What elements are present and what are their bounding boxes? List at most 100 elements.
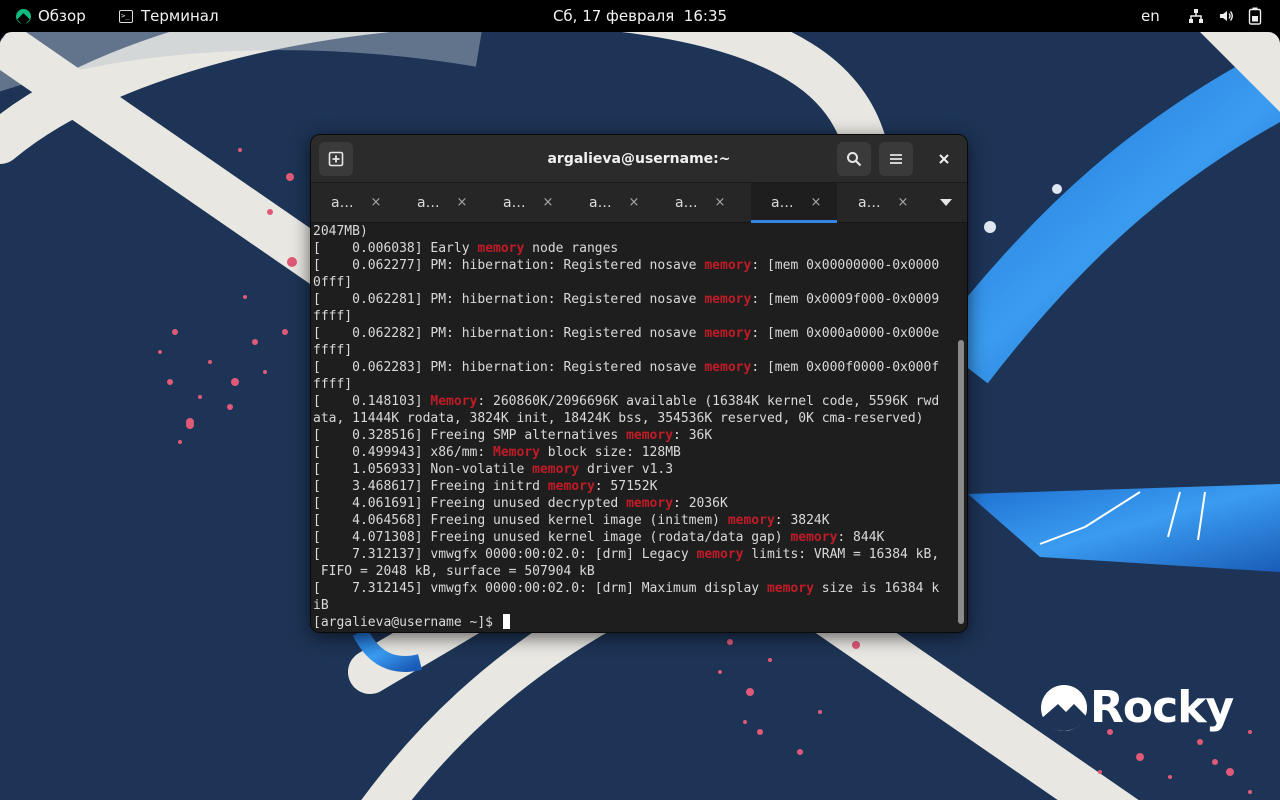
terminal-segment: block size: 128MB [539, 445, 681, 460]
network-wired-icon [1188, 8, 1204, 24]
terminal-line: [ 0.062277] PM: hibernation: Registered … [313, 258, 939, 273]
tab-overflow-button[interactable] [931, 183, 961, 223]
terminal-line: iB [313, 598, 329, 613]
tab-close-icon[interactable]: × [538, 183, 558, 223]
terminal-tab-active[interactable]: a… × [751, 183, 837, 223]
tab-close-icon[interactable]: × [366, 183, 386, 223]
tab-close-icon[interactable]: × [893, 183, 913, 223]
terminal-segment: size is 16384 k [813, 581, 940, 596]
main-menu-button[interactable] [879, 142, 913, 176]
terminal-segment: driver v1.3 [579, 462, 674, 477]
terminal-highlight: memory [790, 530, 838, 545]
input-language-label: en [1141, 7, 1160, 25]
terminal-segment: : [mem 0x00000000-0x0000 [751, 258, 940, 273]
terminal-line: [ 3.468617] Freeing initrd memory: 57152… [313, 479, 657, 494]
close-icon [939, 154, 949, 164]
volume-icon [1218, 8, 1234, 24]
terminal-line: [ 0.499943] x86/mm: Memory block size: 1… [313, 445, 681, 460]
terminal-line: ffff] [313, 343, 352, 358]
tab-close-icon[interactable]: × [624, 183, 644, 223]
terminal-highlight: memory [532, 462, 580, 477]
tab-close-icon[interactable]: × [806, 183, 826, 223]
terminal-segment: 0fff] [313, 275, 353, 290]
terminal-segment: : 57152K [594, 479, 658, 494]
terminal-segment: : 36K [673, 428, 713, 443]
scrollbar-thumb[interactable] [958, 340, 964, 624]
terminal-segment: [ 1.056933] Non-volatile [313, 462, 533, 477]
terminal-line: [ 0.062281] PM: hibernation: Registered … [313, 292, 939, 307]
tab-close-icon[interactable]: × [710, 183, 730, 223]
activities-label: Обзор [38, 7, 86, 25]
system-status-menu[interactable] [1188, 0, 1262, 32]
terminal-line: [ 7.312145] vmwgfx 0000:00:02.0: [drm] M… [313, 581, 939, 596]
terminal-segment: [ 4.064568] Freeing unused kernel image … [313, 513, 728, 528]
new-tab-button[interactable] [319, 142, 353, 176]
terminal-tab[interactable]: a… × [838, 183, 924, 223]
terminal-highlight: memory [696, 547, 744, 562]
terminal-segment: ffff] [313, 343, 353, 358]
terminal-segment: [ 0.328516] Freeing SMP alternatives [313, 428, 627, 443]
window-header-bar[interactable]: argalieva@username:~ [311, 135, 967, 183]
terminal-output-area[interactable]: 2047MB) [ 0.006038] Early memory node ra… [311, 224, 967, 632]
tab-label: a… [417, 195, 440, 211]
activities-button[interactable]: Обзор [16, 0, 86, 32]
terminal-segment: [ 0.062281] PM: hibernation: Registered … [313, 292, 705, 307]
search-icon [847, 152, 862, 167]
terminal-tab[interactable]: a… × [311, 183, 397, 223]
terminal-text[interactable]: 2047MB) [ 0.006038] Early memory node ra… [313, 223, 958, 631]
terminal-line: ffff] [313, 377, 352, 392]
terminal-segment: FIFO = 2048 kB, surface = 507904 kB [313, 564, 595, 579]
window-close-button[interactable] [927, 142, 961, 176]
terminal-tab[interactable]: a… × [655, 183, 741, 223]
terminal-segment: [ 3.468617] Freeing initrd [313, 479, 548, 494]
terminal-segment: : 260860K/2096696K available (16384K ker… [477, 394, 940, 409]
terminal-segment: : [mem 0x000f0000-0x000f [751, 360, 940, 375]
input-language-indicator[interactable]: en [1141, 0, 1160, 32]
shell-prompt: [argalieva@username ~]$ [313, 615, 501, 630]
search-button[interactable] [837, 142, 871, 176]
terminal-segment: : [mem 0x000a0000-0x000e [751, 326, 940, 341]
top-bar: Обзор >_ Терминал Сб, 17 февраля 16:35 e… [0, 0, 1280, 32]
clock-label[interactable]: Сб, 17 февраля 16:35 [553, 7, 727, 25]
terminal-tab[interactable]: a… × [483, 183, 569, 223]
terminal-line: [ 4.064568] Freeing unused kernel image … [313, 513, 830, 528]
terminal-segment: : 2036K [673, 496, 728, 511]
terminal-tab[interactable]: a… × [569, 183, 655, 223]
terminal-segment: ffff] [313, 377, 353, 392]
tab-label: a… [503, 195, 526, 211]
rocky-mountain-icon [1041, 684, 1087, 731]
terminal-highlight: memory [727, 513, 775, 528]
terminal-highlight: memory [704, 292, 752, 307]
terminal-segment: [ 7.312137] vmwgfx 0000:00:02.0: [drm] L… [313, 547, 697, 562]
terminal-line: [ 0.062282] PM: hibernation: Registered … [313, 326, 939, 341]
terminal-highlight: memory [704, 326, 752, 341]
terminal-window[interactable]: argalieva@username:~ a… × a… × a… × a… ×… [310, 134, 968, 633]
terminal-highlight: memory [704, 258, 752, 273]
terminal-segment: 2047MB) [313, 224, 368, 239]
terminal-segment: : [mem 0x0009f000-0x0009 [751, 292, 940, 307]
terminal-line: 0fff] [313, 275, 352, 290]
terminal-segment: [ 0.062283] PM: hibernation: Registered … [313, 360, 705, 375]
terminal-highlight: Memory [430, 394, 478, 409]
terminal-segment: : 3824K [774, 513, 830, 528]
tab-label: a… [331, 195, 354, 211]
terminal-line: [ 0.328516] Freeing SMP alternatives mem… [313, 428, 712, 443]
vertical-scrollbar[interactable] [957, 228, 965, 630]
terminal-tab[interactable]: a… × [397, 183, 483, 223]
terminal-segment: node ranges [524, 241, 619, 256]
rocky-wallpaper-logo: Rocky [1040, 682, 1234, 733]
chevron-down-icon [940, 199, 952, 206]
terminal-segment: ata, 11444K rodata, 3824K init, 18424K b… [313, 411, 924, 426]
app-menu-label: Терминал [141, 7, 219, 25]
terminal-segment: [ 4.071308] Freeing unused kernel image … [313, 530, 791, 545]
terminal-segment: ffff] [313, 309, 353, 324]
app-menu-button[interactable]: >_ Терминал [119, 0, 219, 32]
terminal-app-icon: >_ [119, 9, 133, 23]
terminal-segment: [ 7.312145] vmwgfx 0000:00:02.0: [drm] M… [313, 581, 767, 596]
rocky-logo-icon [16, 8, 31, 24]
tab-close-icon[interactable]: × [452, 183, 472, 223]
tab-label: a… [771, 195, 794, 211]
terminal-segment: [ 0.148103] [313, 394, 431, 409]
terminal-line: [ 4.061691] Freeing unused decrypted mem… [313, 496, 728, 511]
hamburger-menu-icon [890, 154, 902, 164]
